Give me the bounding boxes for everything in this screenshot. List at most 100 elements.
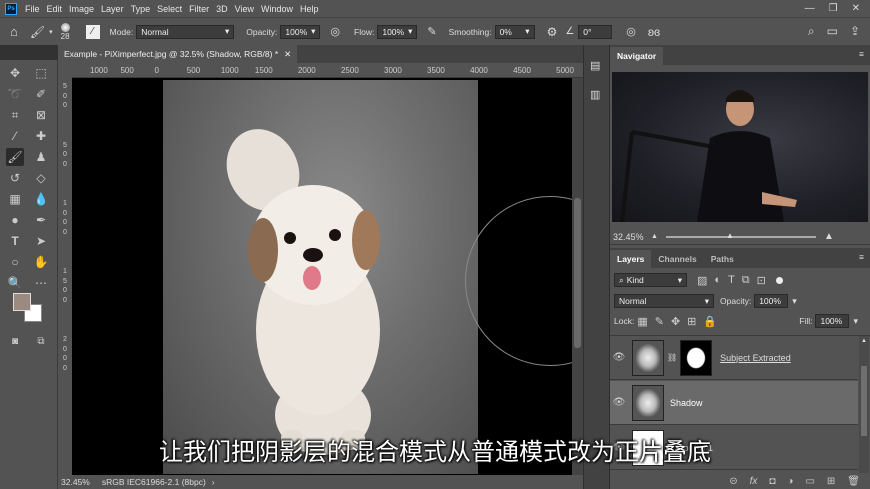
smart-object-filter-icon[interactable]: ⊡	[757, 274, 766, 287]
close-icon[interactable]: ✕	[284, 49, 291, 60]
frame-tool-icon[interactable]: ⊠	[32, 106, 50, 124]
layer-name[interactable]: Subject Extracted	[720, 353, 791, 363]
healing-tool-icon[interactable]: ✚	[32, 127, 50, 145]
move-tool-icon[interactable]: ✥	[6, 64, 24, 82]
layer-row-selected[interactable]: 👁 Shadow	[610, 381, 858, 425]
adjustment-layer-icon[interactable]: ◑	[787, 476, 793, 487]
menu-3d[interactable]: 3D	[216, 4, 228, 14]
scroll-up-icon[interactable]: ▲	[861, 338, 867, 344]
crop-tool-icon[interactable]: ⌗	[6, 106, 24, 124]
group-folder-icon[interactable]: ▭	[805, 476, 814, 487]
lock-transparent-icon[interactable]: ▦	[637, 315, 647, 328]
type-tool-icon[interactable]: T	[6, 232, 24, 250]
scrollbar-thumb[interactable]	[861, 366, 867, 436]
tab-paths[interactable]: Paths	[704, 250, 741, 268]
trash-icon[interactable]: 🗑	[847, 476, 860, 487]
type-filter-icon[interactable]: T	[728, 274, 735, 286]
brush-preset-picker[interactable]: 28	[60, 22, 70, 41]
gradient-tool-icon[interactable]: ▦	[6, 190, 24, 208]
chevron-right-icon[interactable]: ›	[212, 477, 215, 487]
menu-help[interactable]: Help	[300, 4, 319, 14]
link-layers-icon[interactable]: ⊝	[729, 476, 737, 487]
new-layer-icon[interactable]: ⊞	[827, 476, 835, 487]
adjustment-filter-icon[interactable]: ◐	[714, 274, 721, 286]
eraser-tool-icon[interactable]: ◇	[32, 169, 50, 187]
add-mask-icon[interactable]: ◘	[769, 476, 775, 487]
quick-mask-icon[interactable]: ◙	[6, 332, 24, 350]
lock-artboard-icon[interactable]: ⊞	[687, 315, 696, 328]
menu-layer[interactable]: Layer	[101, 4, 124, 14]
tab-layers[interactable]: Layers	[610, 250, 652, 268]
navigator-preview[interactable]	[612, 72, 868, 222]
restore-icon[interactable]: ❐	[829, 3, 838, 14]
pressure-size-icon[interactable]: ◎	[626, 25, 636, 38]
tab-navigator[interactable]: Navigator	[610, 47, 664, 65]
brush-tool-icon[interactable]: 🖌	[30, 25, 45, 39]
chevron-down-icon[interactable]: ▾	[49, 28, 53, 36]
close-icon[interactable]: ✕	[852, 3, 860, 14]
lock-position-icon[interactable]: ✥	[671, 315, 680, 328]
photoshop-logo[interactable]: Ps	[5, 2, 17, 15]
mode-select[interactable]: Normal ▾	[136, 24, 235, 39]
path-select-tool-icon[interactable]: ➤	[32, 232, 50, 250]
blend-mode-select[interactable]: Normal ▾	[614, 294, 714, 308]
minimize-icon[interactable]: —	[805, 3, 815, 14]
more-tools-icon[interactable]: ⋯	[32, 274, 50, 292]
link-icon[interactable]: ⛓	[667, 353, 677, 362]
shape-filter-icon[interactable]: ⧉	[742, 274, 750, 287]
navigator-zoom-value[interactable]: 32.45%	[613, 232, 651, 242]
menu-window[interactable]: Window	[261, 4, 293, 14]
navigator-zoom-slider[interactable]: ▲	[665, 231, 816, 240]
menu-type[interactable]: Type	[131, 4, 151, 14]
fill-field[interactable]: 100%	[815, 314, 850, 328]
scrollbar-thumb[interactable]	[574, 198, 581, 348]
zoom-readout[interactable]: 32.45%	[61, 477, 90, 487]
history-brush-icon[interactable]: ↺	[6, 169, 24, 187]
brush-settings-icon[interactable]: ⁄	[85, 24, 100, 39]
blur-tool-icon[interactable]: 💧	[32, 190, 50, 208]
smoothing-field[interactable]: 0% ▾	[494, 24, 535, 39]
foreground-color-swatch[interactable]	[13, 293, 31, 311]
angle-field[interactable]: 0°	[578, 24, 613, 39]
layer-mask-thumbnail[interactable]	[680, 339, 713, 376]
ellipse-tool-icon[interactable]: ○	[6, 253, 24, 271]
history-panel-icon[interactable]: ▤	[590, 59, 600, 72]
document-tab[interactable]: Example - PiXimperfect.jpg @ 32.5% (Shad…	[58, 45, 298, 63]
pen-tool-icon[interactable]: ✒	[32, 211, 50, 229]
menu-view[interactable]: View	[235, 4, 254, 14]
airbrush-icon[interactable]: ✎	[427, 25, 436, 38]
lock-image-icon[interactable]: ✎	[655, 315, 664, 328]
chevron-down-icon[interactable]: ▾	[853, 316, 858, 327]
gear-icon[interactable]: ⚙	[547, 25, 558, 39]
chevron-down-icon[interactable]: ▾	[792, 296, 797, 307]
filter-toggle-icon[interactable]	[775, 276, 783, 284]
visibility-eye-icon[interactable]: 👁	[610, 352, 628, 363]
menu-file[interactable]: File	[25, 4, 40, 14]
document-canvas[interactable]	[72, 78, 572, 475]
pressure-opacity-icon[interactable]: ◎	[330, 25, 340, 38]
stamp-tool-icon[interactable]: ♟	[32, 148, 50, 166]
panel-menu-icon[interactable]: ≡	[859, 252, 864, 262]
share-icon[interactable]: ⇪	[850, 24, 860, 39]
menu-select[interactable]: Select	[157, 4, 182, 14]
layer-name[interactable]: Shadow	[670, 398, 703, 408]
eyedropper-tool-icon[interactable]: ⁄	[6, 127, 24, 145]
marquee-tool-icon[interactable]: ⬚	[32, 64, 50, 82]
layer-opacity-field[interactable]: 100%	[754, 294, 789, 308]
vertical-scrollbar[interactable]	[572, 78, 583, 475]
menu-edit[interactable]: Edit	[47, 4, 63, 14]
tab-channels[interactable]: Channels	[651, 250, 703, 268]
pixel-filter-icon[interactable]: ▨	[697, 274, 707, 287]
screen-mode-icon[interactable]: ⧉	[32, 332, 50, 350]
fx-icon[interactable]: fx	[750, 476, 758, 487]
brush-tool-icon[interactable]: 🖌	[6, 148, 24, 166]
visibility-eye-icon[interactable]: 👁	[610, 397, 628, 408]
slider-thumb-icon[interactable]: ▲	[726, 231, 734, 240]
menu-filter[interactable]: Filter	[189, 4, 209, 14]
workspace-icon[interactable]: ▭	[827, 24, 838, 39]
flow-field[interactable]: 100% ▾	[377, 24, 418, 39]
hand-tool-icon[interactable]: ✋	[32, 253, 50, 271]
lock-all-icon[interactable]: 🔒	[703, 315, 717, 328]
dodge-tool-icon[interactable]: ●	[6, 211, 24, 229]
layers-scrollbar[interactable]: ▲	[859, 336, 869, 476]
